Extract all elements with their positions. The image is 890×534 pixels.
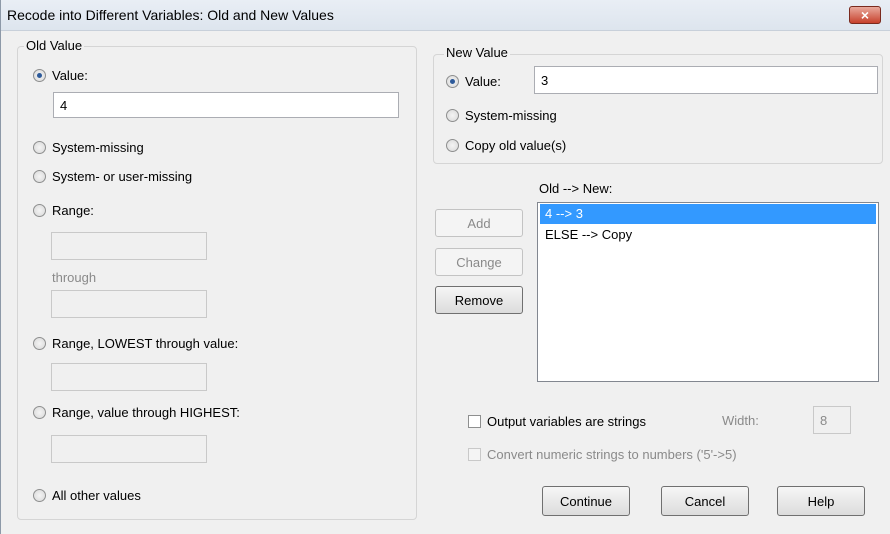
checkbox-icon: [468, 414, 481, 428]
old-new-list-label: Old --> New:: [539, 181, 613, 196]
new-system-missing-radio[interactable]: System-missing: [446, 106, 557, 124]
add-button[interactable]: Add: [435, 209, 523, 237]
old-value-label: Value:: [52, 67, 88, 83]
radio-icon: [33, 169, 46, 183]
range-label: Range:: [52, 202, 94, 218]
list-item[interactable]: 4 --> 3: [540, 204, 876, 224]
continue-button[interactable]: Continue: [542, 486, 630, 516]
radio-icon: [446, 138, 459, 152]
list-item[interactable]: ELSE --> Copy: [540, 225, 876, 245]
output-strings-checkbox[interactable]: Output variables are strings: [468, 412, 646, 430]
all-other-values-label: All other values: [52, 487, 141, 503]
new-value-radio[interactable]: Value:: [446, 72, 501, 90]
range-lowest-input[interactable]: [51, 363, 207, 391]
recode-dialog: Recode into Different Variables: Old and…: [0, 0, 890, 534]
radio-icon: [446, 108, 459, 122]
title-bar: Recode into Different Variables: Old and…: [1, 0, 890, 31]
copy-old-value-label: Copy old value(s): [465, 137, 567, 153]
radio-value-selected-icon: [33, 68, 46, 82]
radio-icon: [33, 203, 46, 217]
checkbox-icon: [468, 447, 481, 461]
range-to-input[interactable]: [51, 290, 207, 318]
old-new-list[interactable]: 4 --> 3 ELSE --> Copy: [537, 202, 879, 382]
range-highest-label: Range, value through HIGHEST:: [52, 404, 240, 420]
convert-numeric-label: Convert numeric strings to numbers ('5'-…: [487, 446, 737, 462]
range-highest-input[interactable]: [51, 435, 207, 463]
range-from-input[interactable]: [51, 232, 207, 260]
old-system-missing-radio[interactable]: System-missing: [33, 138, 144, 156]
range-highest-radio[interactable]: Range, value through HIGHEST:: [33, 403, 240, 421]
all-other-values-radio[interactable]: All other values: [33, 486, 141, 504]
new-value-label: Value:: [465, 73, 501, 89]
old-value-radio[interactable]: Value:: [33, 66, 88, 84]
system-or-user-missing-label: System- or user-missing: [52, 168, 193, 184]
copy-old-value-radio[interactable]: Copy old value(s): [446, 136, 566, 154]
old-value-input[interactable]: [53, 92, 399, 118]
width-label: Width:: [722, 413, 759, 428]
close-icon: ×: [860, 7, 870, 23]
radio-icon: [33, 405, 46, 419]
range-lowest-radio[interactable]: Range, LOWEST through value:: [33, 334, 238, 352]
convert-numeric-checkbox[interactable]: Convert numeric strings to numbers ('5'-…: [468, 445, 737, 463]
radio-icon: [33, 140, 46, 154]
cancel-button[interactable]: Cancel: [661, 486, 749, 516]
system-or-user-missing-radio[interactable]: System- or user-missing: [33, 167, 192, 185]
close-button[interactable]: ×: [849, 6, 881, 24]
change-button[interactable]: Change: [435, 248, 523, 276]
new-value-input[interactable]: [534, 66, 878, 94]
radio-icon: [33, 488, 46, 502]
new-system-missing-label: System-missing: [465, 107, 557, 123]
old-value-group-label: Old Value: [24, 38, 85, 53]
old-system-missing-label: System-missing: [52, 139, 144, 155]
output-strings-label: Output variables are strings: [487, 413, 646, 429]
help-button[interactable]: Help: [777, 486, 865, 516]
through-label: through: [52, 270, 97, 285]
range-radio[interactable]: Range:: [33, 201, 94, 219]
radio-icon: [33, 336, 46, 350]
width-input[interactable]: [813, 406, 851, 434]
range-lowest-label: Range, LOWEST through value:: [52, 335, 239, 351]
radio-value-selected-icon: [446, 74, 459, 88]
remove-button[interactable]: Remove: [435, 286, 523, 314]
new-value-group-label: New Value: [444, 45, 510, 60]
dialog-title: Recode into Different Variables: Old and…: [7, 7, 334, 23]
